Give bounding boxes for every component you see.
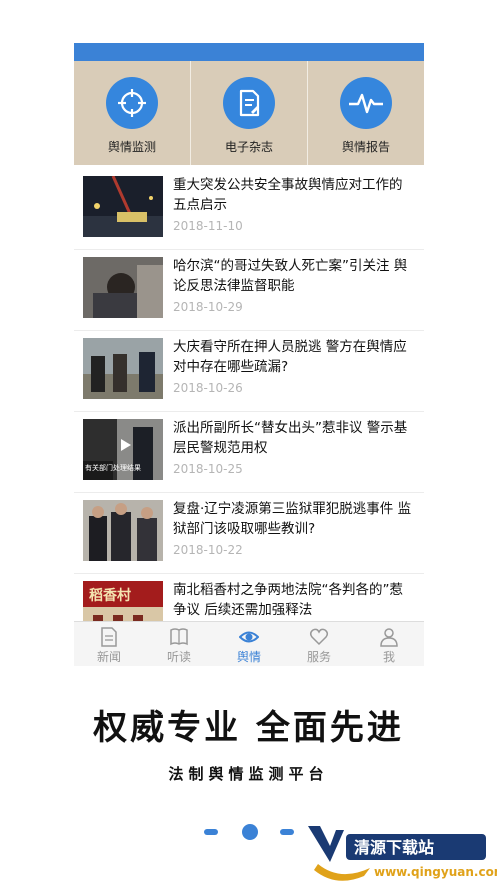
carousel-dot-active[interactable] (242, 824, 258, 840)
tab-label: 服务 (306, 650, 331, 664)
article-list: 重大突发公共安全事故舆情应对工作的五点启示 2018-11-10 哈尔滨“的哥过… (74, 169, 424, 655)
article-thumbnail (83, 500, 163, 561)
feature-panel: 舆情监测 电子杂志 舆情报告 (74, 61, 424, 165)
slogan: 权威专业 全面先进 (93, 708, 404, 748)
person-icon (380, 628, 398, 647)
article-thumbnail (83, 257, 163, 318)
list-item[interactable]: 有关部门处理结果 派出所副所长“替女出头”惹非议 警示基层民警规范用权 2018… (74, 412, 424, 493)
book-icon (170, 628, 188, 646)
tab-label: 新闻 (96, 650, 121, 664)
tab-label: 我 (382, 650, 395, 664)
list-item[interactable]: 重大突发公共安全事故舆情应对工作的五点启示 2018-11-10 (74, 169, 424, 250)
tab-label: 舆情 (236, 650, 261, 664)
watermark-name: 清源下载站 (354, 838, 434, 857)
feature-label: 舆情报告 (341, 140, 390, 154)
watermark-domain: www.qingyuan.com (374, 865, 497, 879)
article-thumbnail (83, 338, 163, 399)
tab-opinion[interactable]: 舆情 (214, 622, 284, 666)
tab-listen[interactable]: 听读 (144, 622, 214, 666)
feature-monitoring[interactable]: 舆情监测 (74, 61, 191, 165)
heart-icon (309, 628, 329, 646)
article-date: 2018-10-26 (173, 381, 243, 395)
article-date: 2018-10-22 (173, 543, 243, 557)
document-edit-icon (223, 77, 275, 129)
article-date: 2018-10-25 (173, 462, 243, 476)
article-date: 2018-11-10 (173, 219, 243, 233)
article-title: 哈尔滨“的哥过失致人死亡案”引关注 舆论反思法律监督职能 (173, 258, 408, 294)
top-bar (74, 43, 424, 61)
bottom-tab-bar: 新闻 听读 舆情 服务 我 (74, 621, 424, 666)
feature-label: 电子杂志 (224, 140, 273, 154)
pulse-icon (340, 77, 392, 129)
thumbnail-caption: 稻香村 (89, 587, 131, 604)
list-item[interactable]: 复盘·辽宁凌源第三监狱罪犯脱逃事件 监狱部门该吸取哪些教训? 2018-10-2… (74, 493, 424, 574)
article-title: 复盘·辽宁凌源第三监狱罪犯脱逃事件 监狱部门该吸取哪些教训? (173, 501, 412, 537)
phone-screen: 舆情监测 电子杂志 舆情报告 重大突发公共安全事故舆情应对工作的五点启示 201… (74, 43, 424, 666)
list-item[interactable]: 大庆看守所在押人员脱逃 警方在舆情应对中存在哪些疏漏? 2018-10-26 (74, 331, 424, 412)
feature-magazine[interactable]: 电子杂志 (191, 61, 308, 165)
tab-me[interactable]: 我 (354, 622, 424, 666)
article-title: 重大突发公共安全事故舆情应对工作的五点启示 (173, 177, 403, 213)
thumbnail-caption: 有关部门处理结果 (85, 463, 141, 472)
tab-service[interactable]: 服务 (284, 622, 354, 666)
article-date: 2018-10-29 (173, 300, 243, 314)
subslogan: 法制舆情监测平台 (168, 765, 329, 783)
list-item[interactable]: 哈尔滨“的哥过失致人死亡案”引关注 舆论反思法律监督职能 2018-10-29 (74, 250, 424, 331)
feature-label: 舆情监测 (107, 140, 156, 154)
article-title: 大庆看守所在押人员脱逃 警方在舆情应对中存在哪些疏漏? (173, 339, 407, 375)
watermark-logo: 清源下载站 www.qingyuan.com (308, 826, 497, 881)
article-title: 南北稻香村之争两地法院“各判各的”惹争议 后续还需加强释法 (173, 582, 403, 618)
news-icon (101, 627, 117, 647)
target-icon (106, 77, 158, 129)
tab-label: 听读 (166, 650, 191, 664)
carousel-dot[interactable] (280, 829, 294, 835)
article-thumbnail: 有关部门处理结果 (83, 419, 163, 480)
feature-report[interactable]: 舆情报告 (308, 61, 424, 165)
tab-news[interactable]: 新闻 (74, 622, 144, 666)
carousel-indicator (204, 824, 294, 840)
carousel-dot[interactable] (204, 829, 218, 835)
eye-icon (239, 631, 259, 643)
article-thumbnail (83, 176, 163, 237)
article-title: 派出所副所长“替女出头”惹非议 警示基层民警规范用权 (173, 420, 408, 456)
